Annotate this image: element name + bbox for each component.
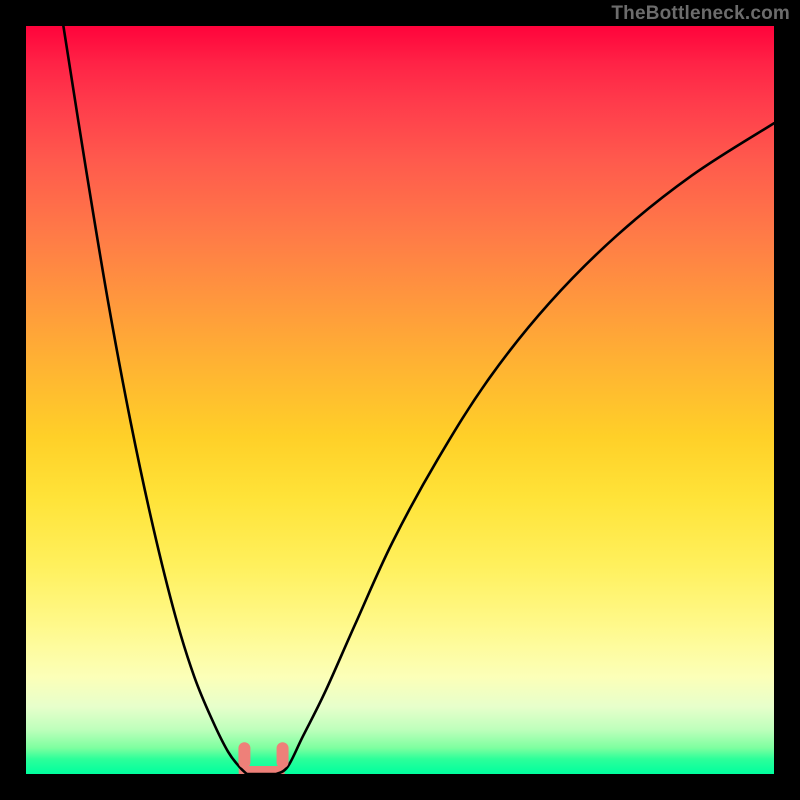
left-curve <box>63 26 246 774</box>
marker-right <box>277 742 289 768</box>
attribution-label: TheBottleneck.com <box>611 3 790 25</box>
markers <box>238 742 288 768</box>
curves-svg <box>26 26 774 774</box>
chart-frame: TheBottleneck.com <box>0 0 800 800</box>
plot-area <box>26 26 774 774</box>
right-curve <box>277 123 774 774</box>
marker-left <box>238 742 250 768</box>
